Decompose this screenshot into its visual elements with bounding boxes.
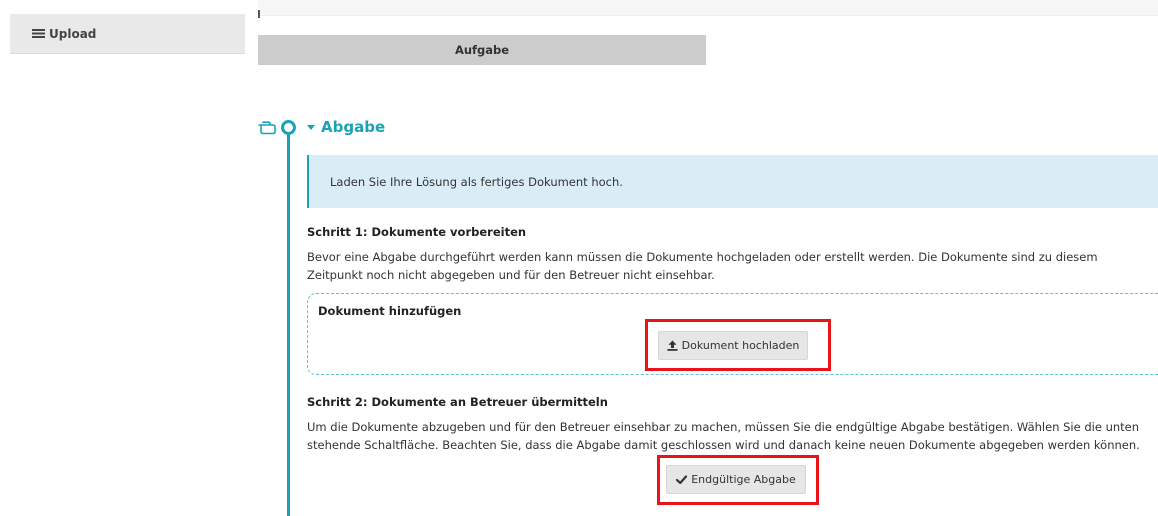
step2-text: Um die Dokumente abzugeben und für den B… <box>307 420 1140 452</box>
add-document-title: Dokument hinzufügen <box>318 304 462 318</box>
caret-down-icon[interactable] <box>307 125 315 130</box>
step1-heading: Schritt 1: Dokumente vorbereiten <box>307 225 527 239</box>
section-title[interactable]: Abgabe <box>321 118 385 136</box>
step1-text: Bevor eine Abgabe durchgeführt werden ka… <box>307 250 1098 282</box>
pointing-hand-icon <box>258 121 276 135</box>
page: Upload Aufgabe Abgabe Laden Sie Ihre Lös… <box>0 0 1158 516</box>
aufgabe-button[interactable]: Aufgabe <box>258 35 706 65</box>
list-icon <box>32 29 45 38</box>
sidebar-item-label: Upload <box>49 26 97 41</box>
timeline-line <box>287 134 290 516</box>
step2-heading: Schritt 2: Dokumente an Betreuer übermit… <box>307 395 608 409</box>
top-panel <box>258 0 1158 16</box>
info-message: Laden Sie Ihre Lösung als fertiges Dokum… <box>330 174 623 189</box>
highlight-final <box>657 455 819 505</box>
timeline-node <box>281 120 296 135</box>
sidebar-item-upload[interactable]: Upload <box>10 14 245 54</box>
info-alert: Laden Sie Ihre Lösung als fertiges Dokum… <box>307 155 1158 208</box>
top-panel-marker <box>258 10 260 18</box>
highlight-upload <box>645 319 831 371</box>
